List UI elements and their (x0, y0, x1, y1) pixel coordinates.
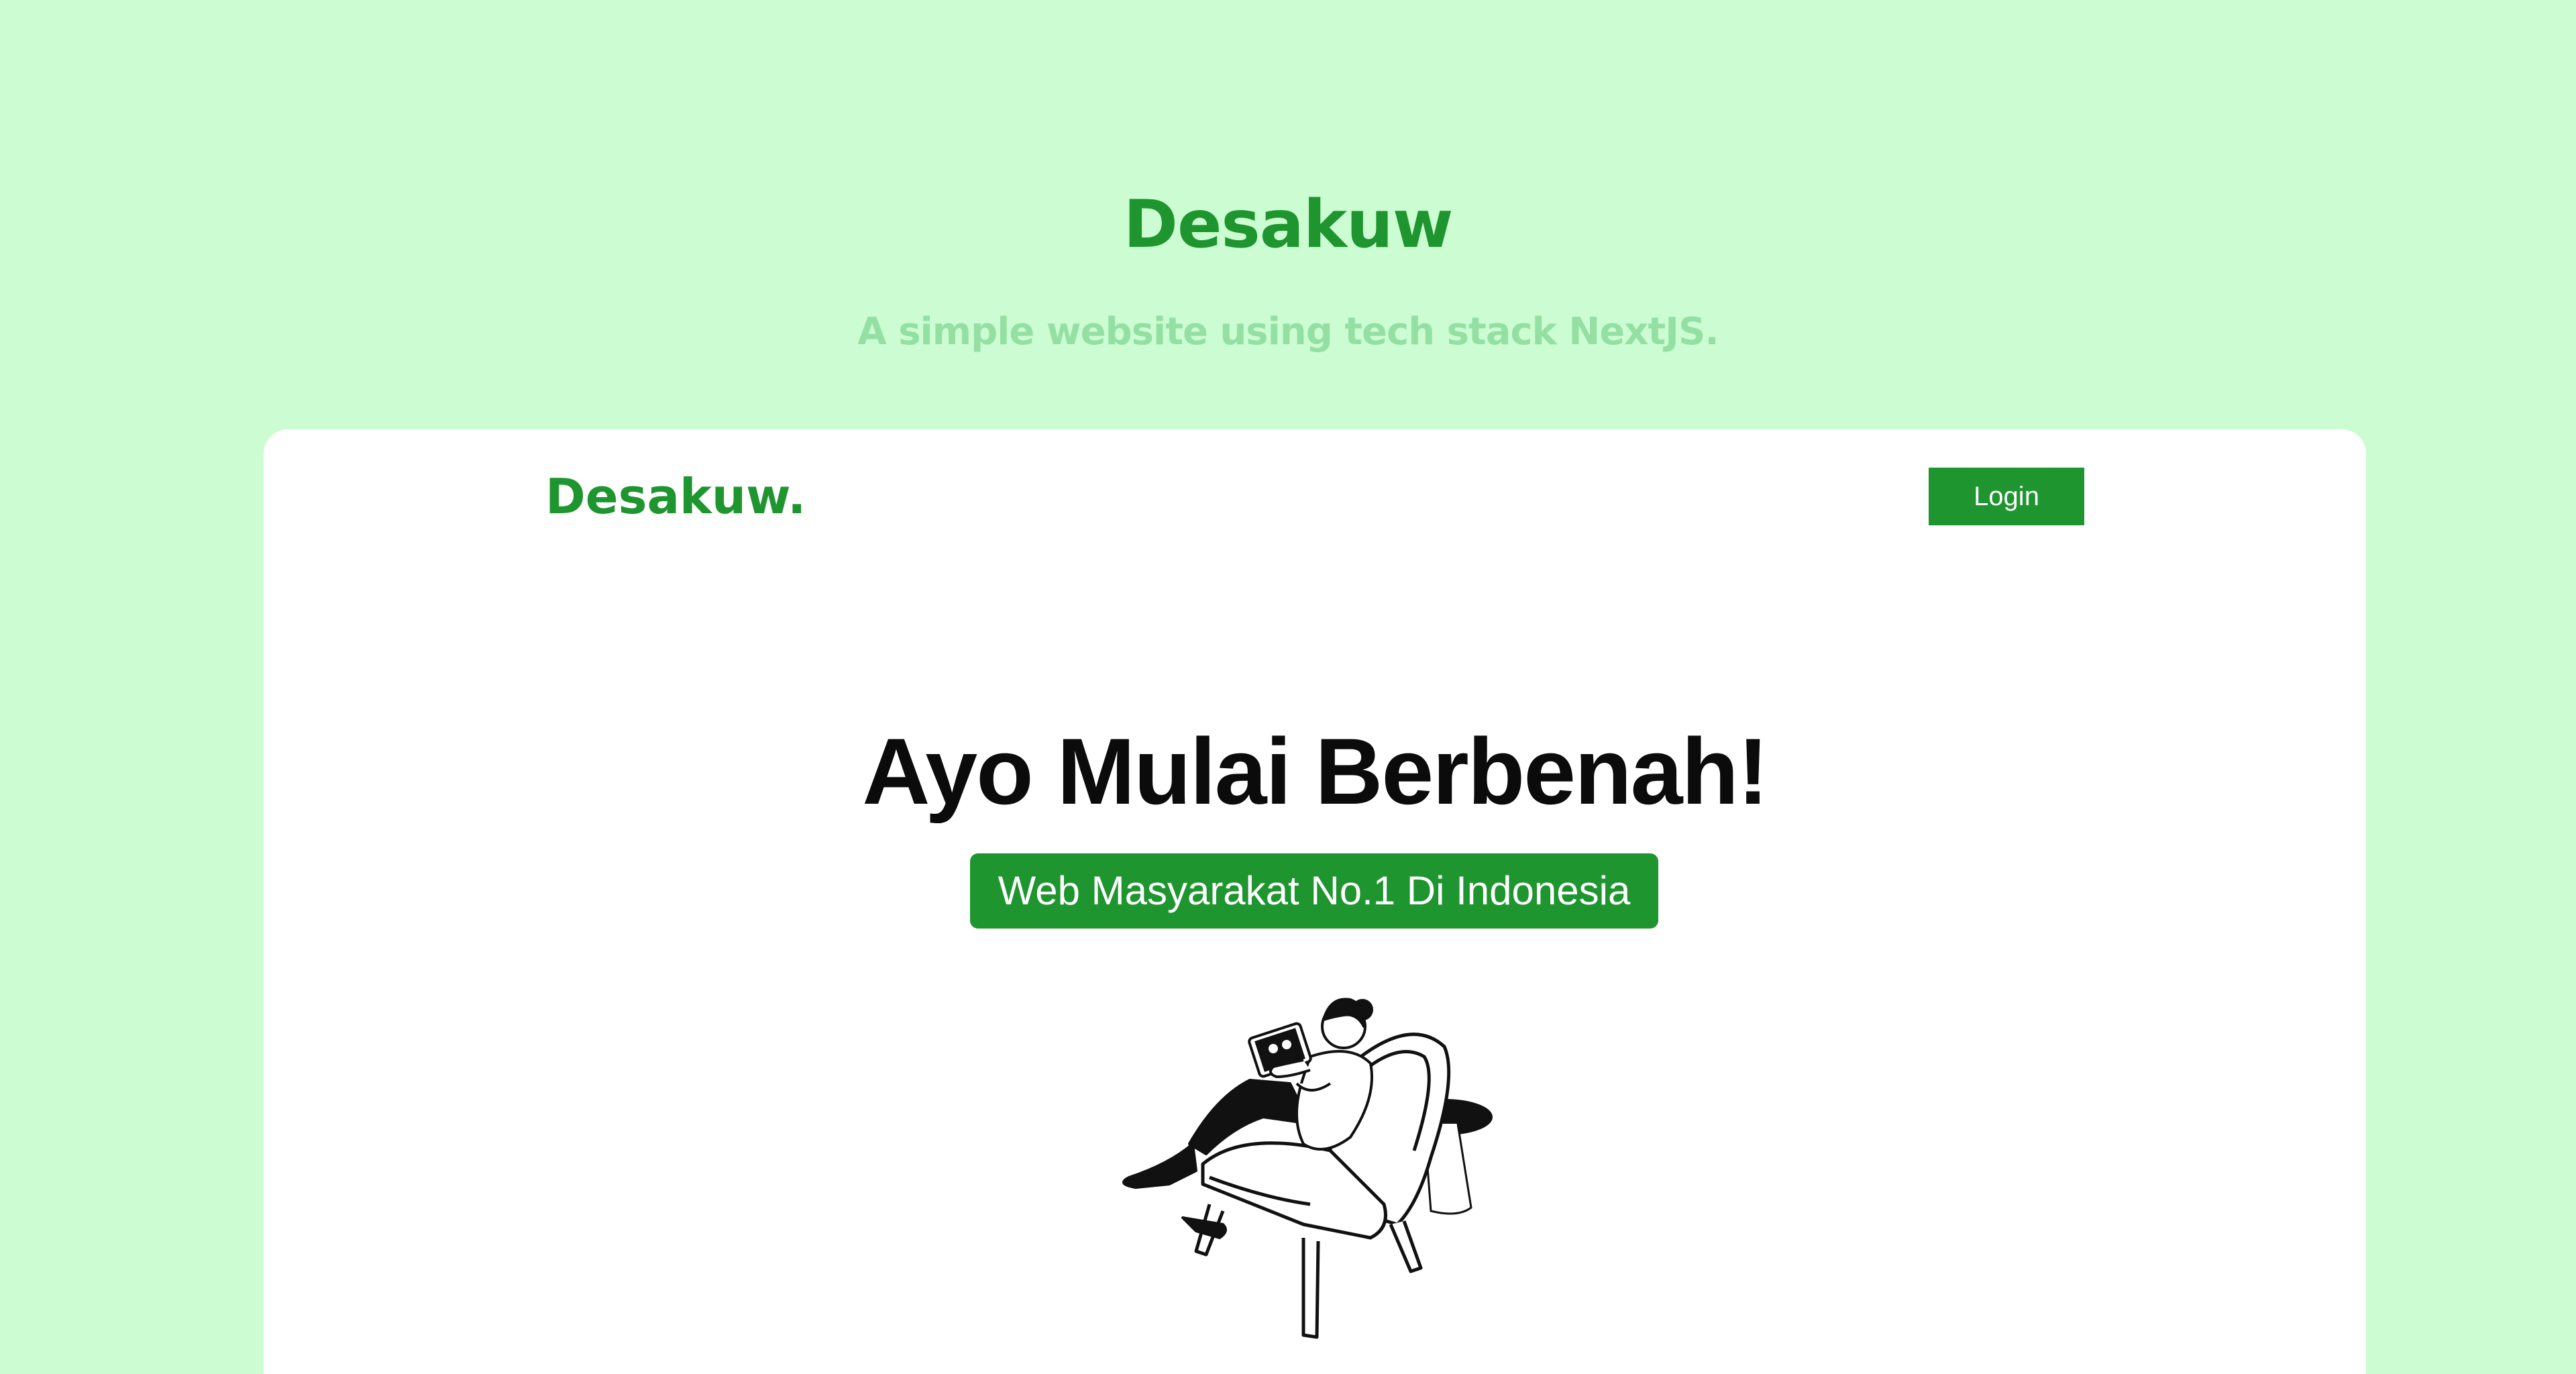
site-subtitle: A simple website using tech stack NextJS… (857, 310, 1719, 354)
website-preview-card: Desakuw. Login Ayo Mulai Berbenah! Web M… (264, 429, 2366, 1374)
tagline-badge: Web Masyarakat No.1 Di Indonesia (970, 853, 1658, 929)
person-head (1321, 998, 1373, 1049)
reading-person-illustration (1122, 998, 1493, 1339)
showcase-header: Desakuw A simple website using tech stac… (0, 0, 2576, 429)
site-title: Desakuw (1123, 187, 1454, 263)
brand-logo[interactable]: Desakuw. (545, 463, 806, 530)
login-button[interactable]: Login (1929, 468, 2084, 525)
hero-heading: Ayo Mulai Berbenah! (862, 719, 1768, 824)
